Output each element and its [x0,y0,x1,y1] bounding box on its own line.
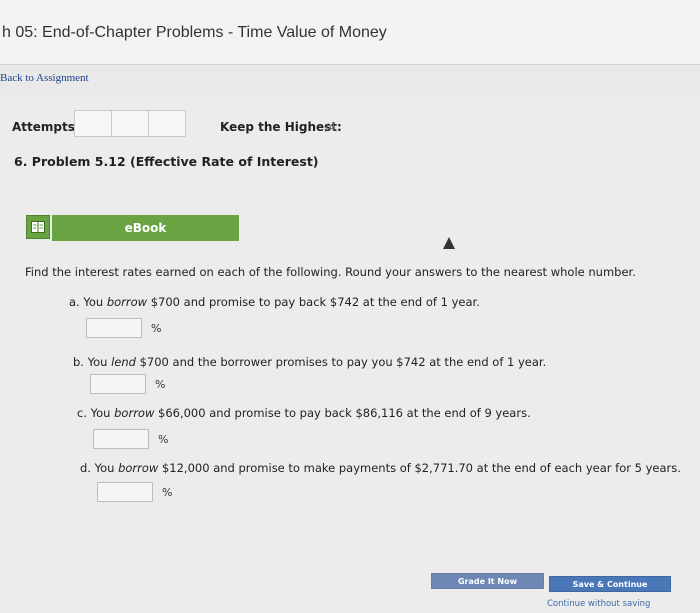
attempt-box [74,110,112,137]
keep-highest-value: /4 [325,121,336,134]
question-c-suffix: $66,000 and promise to pay back $86,116 … [154,406,531,420]
question-d-suffix: $12,000 and promise to make payments of … [158,461,681,475]
question-a-emphasis: borrow [106,295,148,309]
attempt-box [111,110,149,137]
answer-b-input[interactable] [90,374,146,394]
continue-without-saving-link[interactable]: Continue without saving [547,599,650,609]
chapter-title: h 05: End-of-Chapter Problems - Time Val… [2,24,387,41]
ebook-button[interactable]: eBook [52,215,239,241]
question-c-emphasis: borrow [114,406,155,420]
mouse-cursor-icon [443,237,455,249]
header-bar: h 05: End-of-Chapter Problems - Time Val… [0,0,700,65]
answer-d-unit: % [162,485,173,499]
question-b-text: b. You lend $700 and the borrower promis… [73,355,546,369]
problem-instructions: Find the interest rates earned on each o… [25,265,636,279]
question-b-emphasis: lend [111,355,136,369]
answer-c-input[interactable] [93,429,149,449]
answer-b-row: % [90,374,165,394]
answer-a-row: % [86,318,161,338]
attempt-box [148,110,186,137]
question-a-text: a. You borrow $700 and promise to pay ba… [69,295,480,309]
keep-highest-label: Keep the Highest: [220,120,342,134]
question-d-text: d. You borrow $12,000 and promise to mak… [80,461,681,475]
attempts-label: Attempts: [12,120,80,134]
question-c-prefix: c. You [77,406,115,420]
question-b-suffix: $700 and the borrower promises to pay yo… [135,355,547,369]
answer-c-unit: % [158,432,169,446]
answer-a-unit: % [151,321,162,335]
problem-title: 6. Problem 5.12 (Effective Rate of Inter… [14,154,319,169]
save-and-continue-button[interactable]: Save & Continue [549,576,671,592]
back-to-assignment-link[interactable]: Back to Assignment [0,72,89,84]
answer-d-row: % [97,482,172,502]
answer-d-input[interactable] [97,482,153,502]
answer-b-unit: % [155,377,166,391]
question-c-text: c. You borrow $66,000 and promise to pay… [77,406,531,420]
answer-a-input[interactable] [86,318,142,338]
answer-c-row: % [93,429,168,449]
question-d-prefix: d. You [80,461,119,475]
grade-it-now-button[interactable]: Grade It Now [431,573,544,589]
question-a-prefix: a. You [69,295,107,309]
question-b-prefix: b. You [73,355,112,369]
question-d-emphasis: borrow [118,461,159,475]
question-a-suffix: $700 and promise to pay back $742 at the… [147,295,480,309]
book-icon[interactable] [26,215,50,239]
attempt-boxes [74,110,186,137]
